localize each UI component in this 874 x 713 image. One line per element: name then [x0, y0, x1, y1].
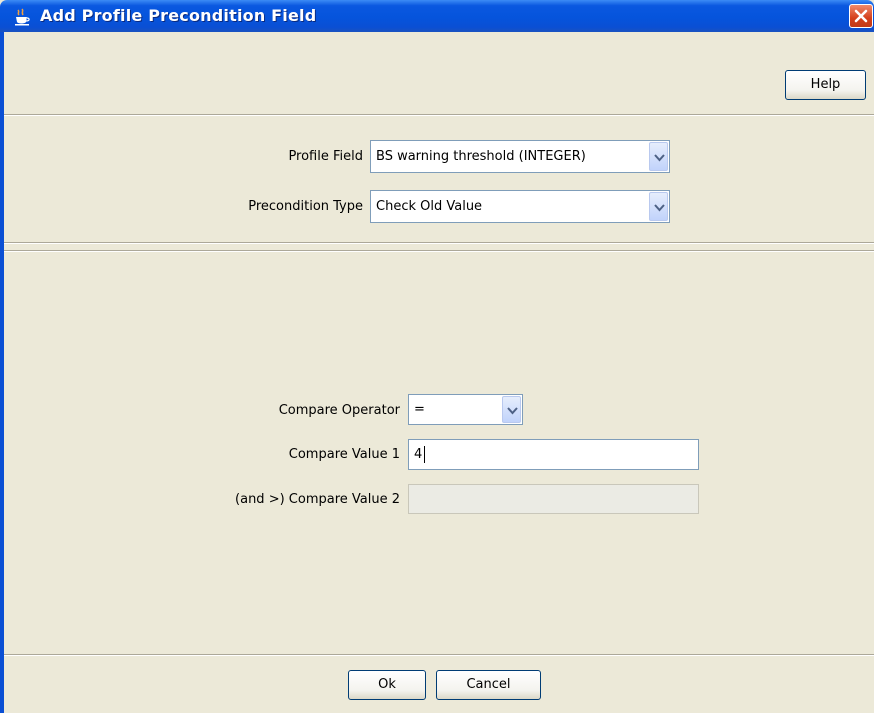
separator-middle-2 — [4, 250, 874, 252]
compare-value-1-text: 4 — [414, 447, 423, 462]
cancel-button[interactable]: Cancel — [436, 670, 541, 700]
compare-value-1-label: Compare Value 1 — [288, 447, 400, 462]
java-cup-icon — [15, 8, 30, 26]
profile-field-value: BS warning threshold (INTEGER) — [376, 149, 586, 164]
compare-value-2-input[interactable] — [408, 484, 699, 514]
help-button[interactable]: Help — [785, 70, 866, 100]
compare-operator-value: = — [414, 402, 425, 417]
ok-button[interactable]: Ok — [348, 670, 426, 700]
separator-bottom — [4, 654, 874, 656]
text-caret — [424, 446, 425, 463]
compare-operator-label: Compare Operator — [278, 403, 400, 418]
close-button[interactable] — [849, 4, 873, 28]
window-title: Add Profile Precondition Field — [40, 6, 317, 25]
chevron-down-icon[interactable] — [649, 142, 668, 171]
profile-field-label: Profile Field — [288, 149, 363, 164]
precondition-type-label: Precondition Type — [248, 199, 363, 214]
separator-middle-1 — [4, 242, 874, 244]
compare-value-2-label: (and >) Compare Value 2 — [235, 492, 400, 507]
close-x-icon — [854, 9, 868, 23]
compare-operator-select[interactable]: = — [408, 394, 523, 425]
profile-field-select[interactable]: BS warning threshold (INTEGER) — [370, 140, 670, 173]
compare-value-1-input[interactable]: 4 — [408, 439, 699, 470]
chevron-down-icon[interactable] — [502, 396, 521, 423]
separator-top — [4, 114, 874, 116]
precondition-type-select[interactable]: Check Old Value — [370, 190, 670, 223]
chevron-down-icon[interactable] — [649, 192, 668, 221]
title-bar: Add Profile Precondition Field — [0, 0, 874, 32]
precondition-type-value: Check Old Value — [376, 199, 483, 214]
window-frame-left — [0, 32, 4, 713]
